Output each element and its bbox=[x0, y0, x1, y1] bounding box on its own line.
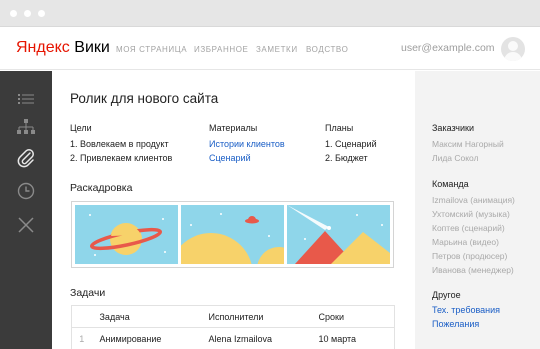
planet-illustration bbox=[89, 214, 166, 256]
team-member: Ухтомский (музыка) bbox=[432, 209, 510, 219]
sidebar bbox=[0, 71, 52, 349]
plan-item: 1. Сценарий bbox=[325, 139, 377, 149]
avatar-head bbox=[508, 41, 518, 51]
user-email[interactable]: user@example.com bbox=[401, 42, 495, 54]
team-member: Иванова (менеджер) bbox=[432, 265, 514, 275]
avatar[interactable] bbox=[501, 37, 525, 61]
table-cell[interactable]: Alena Izmailova bbox=[200, 327, 311, 349]
paperclip-icon[interactable] bbox=[14, 146, 38, 170]
customer-item: Лида Сокол bbox=[432, 153, 479, 163]
goals-label: Цели bbox=[70, 123, 92, 133]
nav-guide[interactable]: ВОДСТВО bbox=[306, 45, 348, 54]
team-member: Izmailova (анимация) bbox=[432, 195, 515, 205]
tasks-table: Задача Исполнители Сроки 1 Анимирование … bbox=[71, 305, 395, 349]
page-title: Ролик для нового сайта bbox=[70, 91, 219, 106]
main-content: Ролик для нового сайта Цели 1. Вовлекаем… bbox=[52, 71, 415, 349]
list-icon[interactable] bbox=[14, 87, 38, 111]
material-link-script[interactable]: Сценарий bbox=[209, 153, 251, 163]
plan-item: 2. Бюджет bbox=[325, 153, 368, 163]
storyboard-strip bbox=[71, 201, 394, 268]
table-cell: 1 bbox=[71, 327, 92, 349]
logo[interactable]: Яндекс Вики bbox=[16, 39, 110, 57]
window-dot-close[interactable] bbox=[10, 10, 17, 17]
nav-notes[interactable]: ЗАМЕТКИ bbox=[256, 45, 298, 54]
storyboard-frame-1[interactable] bbox=[75, 205, 178, 264]
table-cell[interactable]: Анимирование bbox=[91, 327, 201, 349]
team-member: Петров (продюсер) bbox=[432, 251, 508, 261]
goal-item: 2. Привлекаем клиентов bbox=[70, 153, 173, 163]
avatar-body bbox=[504, 52, 522, 61]
column-header[interactable]: Задача bbox=[91, 305, 201, 328]
top-header: Яндекс Вики МОЯ СТРАНИЦА ИЗБРАННОЕ ЗАМЕТ… bbox=[0, 27, 540, 70]
team-member: Коптев (сценарий) bbox=[432, 223, 505, 233]
material-link-stories[interactable]: Истории клиентов bbox=[209, 139, 285, 149]
tasks-title: Задачи bbox=[70, 287, 106, 299]
team-label: Команда bbox=[432, 179, 469, 189]
storyboard-frame-2[interactable] bbox=[181, 205, 284, 264]
customers-label: Заказчики bbox=[432, 123, 474, 133]
materials-label: Материалы bbox=[209, 123, 258, 133]
ufo-landing-illustration bbox=[181, 213, 284, 264]
plans-label: Планы bbox=[325, 123, 354, 133]
logo-brand: Яндекс bbox=[16, 39, 70, 56]
clock-icon[interactable] bbox=[14, 179, 38, 203]
window-dot-minimize[interactable] bbox=[24, 10, 31, 17]
table-header-row: Задача Исполнители Сроки bbox=[71, 305, 395, 328]
team-member: Марьина (видео) bbox=[432, 237, 499, 247]
storyboard-title: Раскадровка bbox=[70, 182, 133, 194]
tech-requirements-link[interactable]: Тех. требования bbox=[432, 305, 500, 315]
nav-my-page[interactable]: МОЯ СТРАНИЦА bbox=[116, 45, 187, 54]
table-cell[interactable]: 10 марта bbox=[310, 327, 395, 349]
other-label: Другое bbox=[432, 290, 461, 300]
column-header[interactable]: Исполнители bbox=[200, 305, 311, 328]
goal-item: 1. Вовлекаем в продукт bbox=[70, 139, 169, 149]
column-header bbox=[71, 305, 92, 328]
column-header[interactable]: Сроки bbox=[310, 305, 395, 328]
sitemap-icon[interactable] bbox=[14, 115, 38, 139]
window-dot-maximize[interactable] bbox=[38, 10, 45, 17]
comet-mountains-illustration bbox=[287, 205, 390, 264]
table-row[interactable]: 1 Анимирование Alena Izmailova 10 марта bbox=[71, 327, 395, 349]
customer-item: Максим Нагорный bbox=[432, 139, 504, 149]
nav-favorites[interactable]: ИЗБРАННОЕ bbox=[194, 45, 248, 54]
browser-chrome bbox=[0, 0, 540, 27]
logo-product: Вики bbox=[74, 39, 110, 56]
right-panel: Заказчики Максим Нагорный Лида Сокол Ком… bbox=[415, 71, 540, 349]
close-icon[interactable] bbox=[14, 213, 38, 237]
wishes-link[interactable]: Пожелания bbox=[432, 319, 479, 329]
storyboard-frame-3[interactable] bbox=[287, 205, 390, 264]
